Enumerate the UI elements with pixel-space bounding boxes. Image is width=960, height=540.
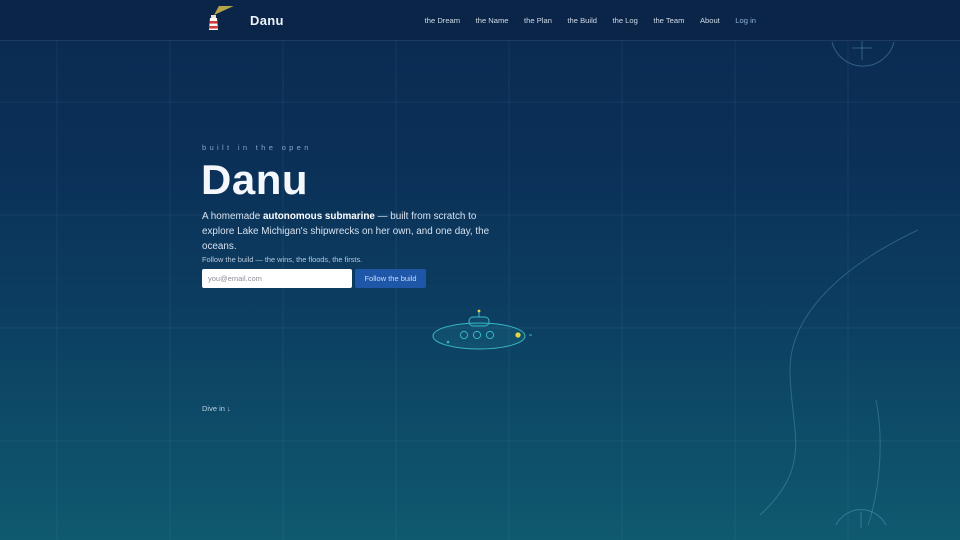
hero-desc-pre: A homemade: [202, 211, 263, 222]
compass-marks: [831, 40, 895, 528]
hero-desc-bold: autonomous submarine: [262, 211, 375, 222]
nav-link-about[interactable]: About: [700, 16, 720, 25]
nav-link-team[interactable]: the Team: [653, 16, 684, 25]
hero-description: A homemade autonomous submarine — built …: [202, 209, 502, 254]
site-header: Danu the Dream the Name the Plan the Bui…: [0, 0, 960, 41]
submarine-illustration: [432, 309, 532, 350]
follow-button[interactable]: Follow the build: [355, 269, 426, 288]
main-nav: the Dream the Name the Plan the Build th…: [409, 0, 756, 40]
dive-in-label: Dive in: [202, 404, 225, 413]
login-link[interactable]: Log in: [735, 16, 756, 25]
hero-eyebrow: built in the open: [202, 143, 312, 152]
email-input[interactable]: [202, 269, 352, 288]
background-grid: [0, 40, 960, 540]
arrow-down-icon: ↓: [227, 404, 231, 413]
contour-lines: [759, 229, 919, 526]
nav-link-plan[interactable]: the Plan: [524, 16, 552, 25]
brand-name: Danu: [250, 12, 284, 28]
dive-in-link[interactable]: Dive in ↓: [202, 404, 231, 413]
follow-note: Follow the build — the wins, the floods,…: [202, 255, 363, 264]
nav-link-build[interactable]: the Build: [567, 16, 597, 25]
hero-title: Danu: [201, 156, 308, 203]
nav-link-log[interactable]: the Log: [612, 16, 637, 25]
brand-logo[interactable]: Danu: [206, 6, 284, 34]
nav-link-name[interactable]: the Name: [476, 16, 509, 25]
nav-link-dream[interactable]: the Dream: [425, 16, 460, 25]
lighthouse-icon: [209, 6, 234, 30]
